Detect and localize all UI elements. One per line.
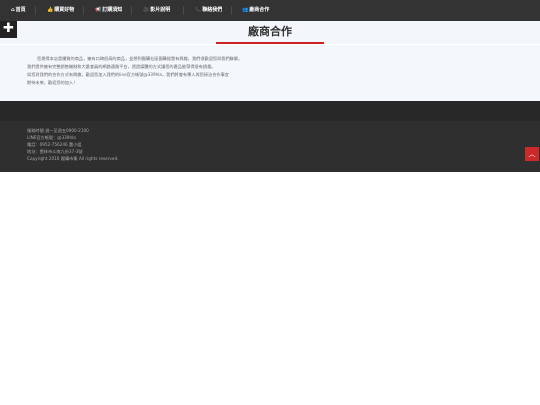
nav-shop[interactable]: 👍購買好物	[47, 0, 74, 21]
nav-partnership[interactable]: 👥廠商合作	[242, 0, 269, 21]
nav-shop-label: 購買好物	[54, 7, 75, 13]
chevron-up-icon: ︿	[528, 150, 536, 158]
video-camera-icon: 🎥	[143, 7, 150, 13]
nav-divider	[83, 6, 84, 15]
nav-divider	[231, 6, 232, 15]
phone-icon: 📞	[195, 7, 202, 13]
top-navigation: ⌂首頁 👍購買好物 📢訂購須知 🎥影片說明 📞聯絡我們 👥廠商合作	[0, 0, 540, 21]
nav-divider	[183, 6, 184, 15]
footer-copyright: Copyright 2016 團購市集 All rights reserved.	[27, 156, 119, 161]
content-line-2: 我們提供擁有完整銷售機制和大量會員的網路通路平台，透過媒體的方式讓您的產品能帶得…	[27, 64, 216, 69]
footer-line-account: LINE官方帳號：@339hla	[27, 135, 76, 140]
page-title: 廠商合作	[248, 25, 292, 38]
nav-contact-label: 聯絡我們	[202, 7, 223, 13]
users-icon: 👥	[242, 7, 249, 13]
content-section: 您覺得本店是優質的商品，擁有口碑很高的商品，並想到團購社區團購經營有興趣，我們很…	[0, 45, 540, 101]
footer-phone: 電話：0952-756246 蕭小姐	[27, 142, 82, 147]
nav-order-notice-label: 訂購須知	[102, 7, 123, 13]
thumbs-up-icon: 👍	[47, 7, 54, 13]
footer-top-band	[0, 101, 540, 121]
content-line-1: 您覺得本店是優質的商品，擁有口碑很高的商品，並想到團購社區團購經營有興趣，我們很…	[37, 56, 243, 61]
content-line-4: 期待未來，歡迎您的加入！	[27, 80, 78, 85]
nav-divider	[131, 6, 132, 15]
nav-partnership-label: 廠商合作	[249, 7, 270, 13]
nav-divider	[35, 6, 36, 15]
megaphone-icon: 📢	[95, 7, 102, 13]
footer-address: 地址：雲林市斗南九份37-3號	[27, 149, 83, 154]
content-line-3: 如您對我們的合作方式有興趣，歡迎您加入我們的line官方帳號@339hla，我們…	[27, 72, 229, 77]
nav-home[interactable]: ⌂首頁	[11, 0, 26, 21]
nav-video[interactable]: 🎥影片說明	[143, 0, 170, 21]
title-underline	[216, 42, 324, 44]
nav-video-label: 影片說明	[150, 7, 171, 13]
nav-order-notice[interactable]: 📢訂購須知	[95, 0, 122, 21]
nav-contact[interactable]: 📞聯絡我們	[195, 0, 222, 21]
back-to-top-button[interactable]: ︿	[525, 147, 539, 161]
home-icon: ⌂	[11, 7, 15, 13]
footer-service-hours: 服務時間 週一至週五0900-2100	[27, 128, 89, 133]
nav-home-label: 首頁	[15, 7, 26, 13]
